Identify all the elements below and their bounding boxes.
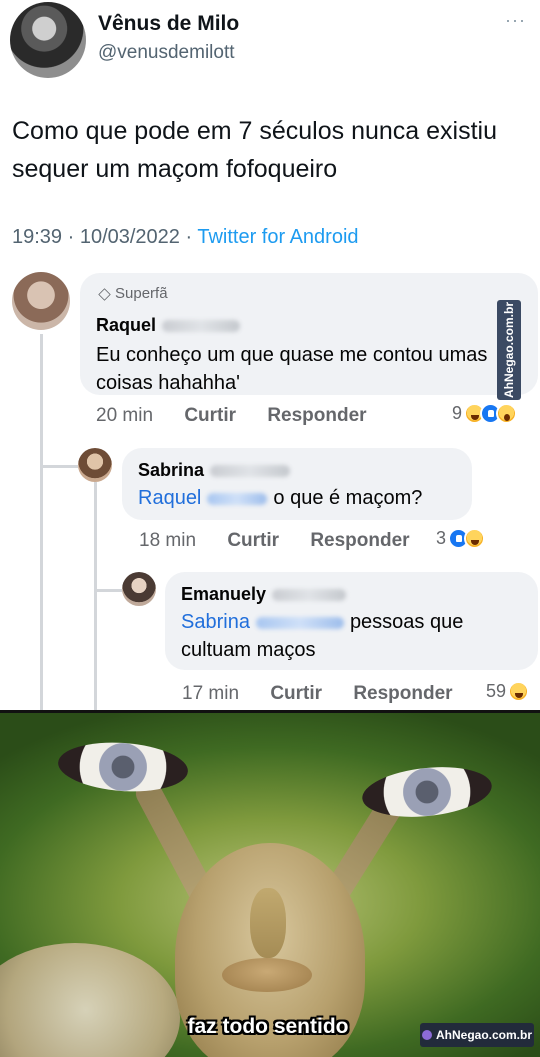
tweet-meta: 19:39 · 10/03/2022 · Twitter for Android [12,226,359,249]
reaction-count: 59 [486,681,507,701]
like-button[interactable]: Curtir [227,530,279,551]
diamond-icon [98,289,110,299]
tweet-card: Vênus de Milo @venusdemilott ··· Como qu… [0,0,540,262]
thread-line [94,589,122,592]
author-name[interactable]: Vênus de Milo [98,12,239,36]
snail-eye-left [56,738,190,796]
commenter-name[interactable]: Sabrina [138,460,291,481]
meme-image: faz todo sentido AhNegao.com.br [0,710,540,1057]
reaction-count: 3 [436,528,447,548]
comment-bubble: Emanuely Sabrina pessoas que cultuam maço… [165,572,538,670]
site-watermark-vertical: AhNegao.com.br [497,300,521,400]
comment-actions: 18 min Curtir Responder [139,530,436,552]
wow-icon [496,403,518,424]
comment-text: Raquel o que é maçom? [138,487,423,509]
author-handle[interactable]: @venusdemilott [98,42,235,64]
badge-label: Superfã [115,285,168,302]
more-options-icon[interactable]: ··· [505,10,526,31]
commenter-avatar[interactable] [122,572,156,606]
snail-lips [222,958,312,992]
reply-button[interactable]: Responder [310,530,409,551]
commenter-avatar[interactable] [78,448,112,482]
tweet-timestamp[interactable]: 19:39 · 10/03/2022 · [12,226,197,248]
commenter-name[interactable]: Raquel [96,315,241,336]
snail-nose [250,888,286,958]
comment-text: Eu conheço um que quase me contou umas c… [96,344,488,394]
thread-line [94,482,97,710]
tweet-text: Como que pode em 7 séculos nunca existiu… [12,117,498,183]
haha-icon [508,681,530,702]
reply-button[interactable]: Responder [267,405,366,426]
comment-actions: 20 min Curtir Responder [96,405,393,427]
like-button[interactable]: Curtir [184,405,236,426]
like-button[interactable]: Curtir [270,683,322,704]
site-watermark: AhNegao.com.br [420,1023,534,1047]
devil-icon [421,1030,432,1040]
thread-line [40,334,43,710]
mention-link[interactable]: Raquel [138,487,273,509]
commenter-avatar[interactable] [12,272,70,330]
thread-line [40,465,78,468]
reaction-summary[interactable]: 9 [452,403,518,424]
commenter-name[interactable]: Emanuely [181,584,347,605]
comment-thread: Superfã Raquel Eu conheço um que quase m… [0,262,540,710]
comment-bubble: Superfã Raquel Eu conheço um que quase m… [80,273,538,395]
comment-time[interactable]: 17 min [182,683,239,704]
reaction-summary[interactable]: 3 [436,528,486,549]
reply-button[interactable]: Responder [353,683,452,704]
top-fan-badge: Superfã [98,285,168,302]
comment-time[interactable]: 20 min [96,405,153,426]
author-avatar[interactable] [10,2,86,78]
reaction-summary[interactable]: 59 [486,681,530,702]
comment-time[interactable]: 18 min [139,530,196,551]
mention-link[interactable]: Sabrina [181,611,350,633]
comment-actions: 17 min Curtir Responder [182,683,479,705]
reaction-count: 9 [452,403,463,423]
comment-bubble: Sabrina Raquel o que é maçom? [122,448,472,520]
comment-text: Sabrina pessoas que cultuam maços [181,611,464,661]
haha-icon [464,528,486,549]
tweet-source-link[interactable]: Twitter for Android [197,226,358,248]
snail-shell [0,943,180,1057]
